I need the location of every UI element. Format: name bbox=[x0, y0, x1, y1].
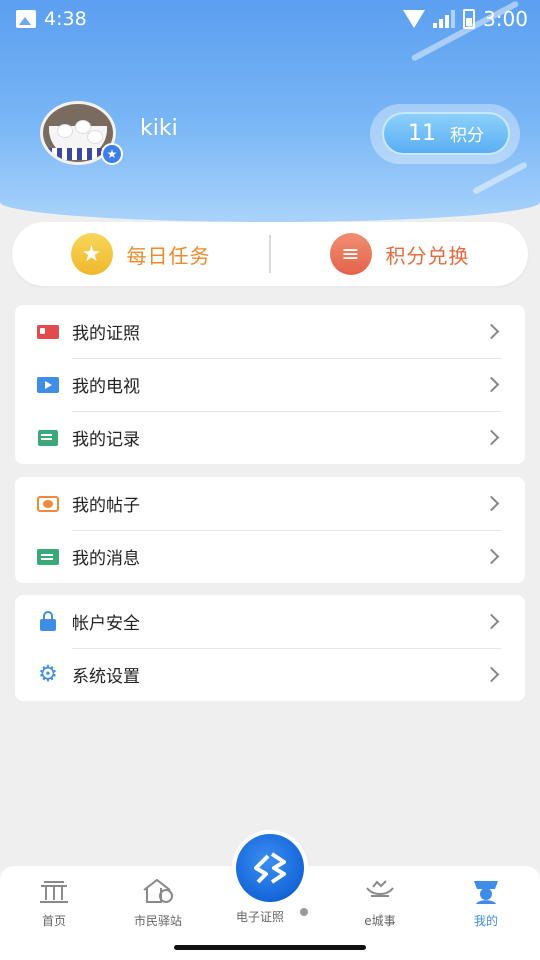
points-exchange-button[interactable]: ≡ 积分兑换 bbox=[271, 222, 528, 286]
menu-item-posts[interactable]: 我的帖子 bbox=[15, 477, 525, 530]
tv-icon bbox=[37, 375, 59, 395]
notification-dot bbox=[300, 908, 308, 916]
tab-mine[interactable]: 我的 bbox=[432, 866, 540, 936]
chevron-right-icon bbox=[483, 548, 500, 565]
menu-item-account-security[interactable]: 帐户安全 bbox=[15, 595, 525, 648]
wifi-icon bbox=[403, 10, 426, 28]
status-time-left: 4:38 bbox=[44, 8, 87, 30]
ecity-icon bbox=[363, 874, 397, 908]
home-indicator[interactable] bbox=[174, 945, 366, 950]
tab-label: 首页 bbox=[41, 914, 66, 928]
username: kiki bbox=[140, 116, 178, 141]
daily-task-label: 每日任务 bbox=[126, 243, 211, 268]
task-card: ★ 每日任务 ≡ 积分兑换 bbox=[12, 222, 528, 286]
message-icon bbox=[37, 547, 59, 567]
points-value: 11 bbox=[408, 121, 436, 146]
coins-icon: ≡ bbox=[329, 233, 372, 275]
chevron-right-icon bbox=[483, 613, 500, 630]
menu-item-label: 我的电视 bbox=[72, 377, 140, 397]
menu-item-label: 我的消息 bbox=[72, 549, 140, 569]
station-icon bbox=[141, 874, 175, 908]
chevron-right-icon bbox=[483, 429, 500, 446]
avatar-dumpling bbox=[87, 130, 103, 144]
chevron-right-icon bbox=[483, 495, 500, 512]
daily-task-button[interactable]: ★ 每日任务 bbox=[12, 222, 269, 286]
header-decoration bbox=[472, 161, 528, 195]
star-badge-icon: ★ bbox=[101, 143, 123, 165]
chevron-right-icon bbox=[483, 323, 500, 340]
id-card-icon bbox=[37, 322, 59, 342]
e-license-button[interactable] bbox=[232, 830, 308, 906]
chevron-right-icon bbox=[483, 666, 500, 683]
tab-home[interactable]: 首页 bbox=[0, 866, 108, 936]
menu-item-messages[interactable]: 我的消息 bbox=[15, 530, 525, 583]
menu-item-tv[interactable]: 我的电视 bbox=[15, 358, 525, 411]
menu-item-system-settings[interactable]: ⚙ 系统设置 bbox=[15, 648, 525, 701]
status-right: 3:00 bbox=[403, 7, 528, 31]
e-license-icon bbox=[236, 834, 304, 902]
signal-icon bbox=[433, 10, 456, 28]
avatar-dumpling bbox=[57, 124, 73, 138]
post-icon bbox=[37, 494, 59, 514]
menu-group-personal: 我的证照 我的电视 我的记录 bbox=[15, 305, 525, 464]
status-bar: 4:38 3:00 bbox=[0, 0, 540, 40]
record-icon bbox=[37, 428, 59, 448]
tab-label: e城事 bbox=[364, 914, 396, 928]
star-icon: ★ bbox=[70, 233, 113, 275]
menu-item-label: 我的记录 bbox=[72, 430, 140, 450]
tab-label: 电子证照 bbox=[236, 910, 285, 924]
home-gate-icon bbox=[38, 874, 70, 908]
gear-icon: ⚙ bbox=[38, 662, 58, 687]
tab-ecity[interactable]: e城事 bbox=[326, 866, 434, 936]
status-time-right: 3:00 bbox=[483, 7, 528, 31]
menu-item-label: 系统设置 bbox=[72, 667, 140, 687]
lock-icon bbox=[37, 611, 59, 632]
menu-group-social: 我的帖子 我的消息 bbox=[15, 477, 525, 583]
points-exchange-label: 积分兑换 bbox=[385, 243, 470, 268]
battery-icon bbox=[463, 9, 476, 29]
menu-group-settings: 帐户安全 ⚙ 系统设置 bbox=[15, 595, 525, 701]
chevron-right-icon bbox=[483, 376, 500, 393]
status-left: 4:38 bbox=[16, 8, 87, 30]
menu-item-label: 帐户安全 bbox=[72, 614, 140, 634]
tab-label: 市民驿站 bbox=[133, 914, 182, 928]
points-button[interactable]: 11 积分 bbox=[382, 112, 510, 155]
profile-icon bbox=[470, 874, 502, 908]
tab-label: 我的 bbox=[473, 914, 498, 928]
tab-citizen-station[interactable]: 市民驿站 bbox=[104, 866, 212, 936]
gallery-icon bbox=[16, 10, 36, 28]
menu-item-records[interactable]: 我的记录 bbox=[15, 411, 525, 464]
menu-item-label: 我的证照 bbox=[72, 324, 140, 344]
menu-item-label: 我的帖子 bbox=[72, 496, 140, 516]
menu-item-licenses[interactable]: 我的证照 bbox=[15, 305, 525, 358]
points-unit: 积分 bbox=[450, 126, 484, 146]
